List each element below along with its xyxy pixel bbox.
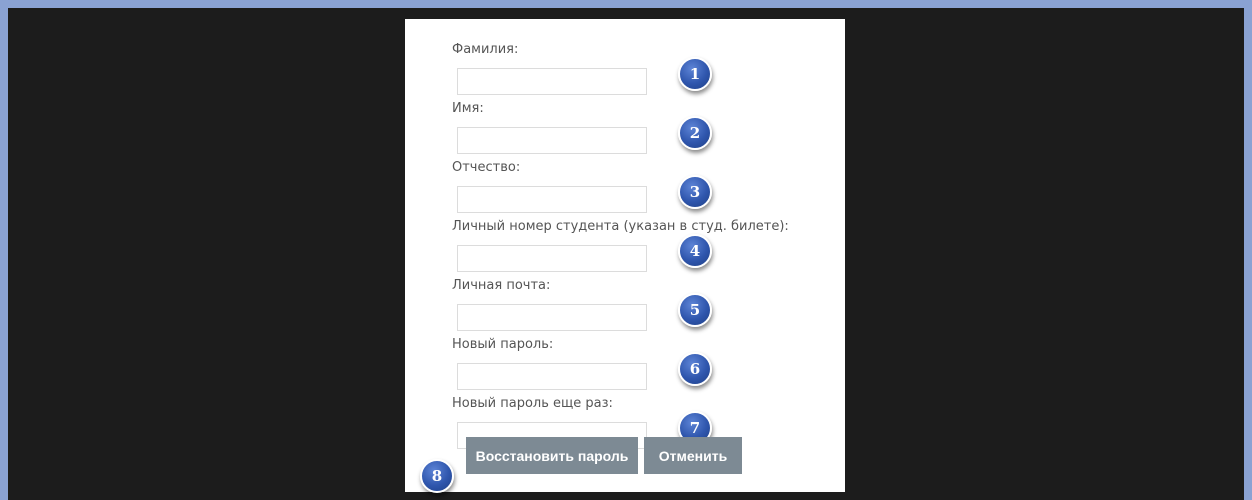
- marker-6-badge: 6: [678, 352, 712, 386]
- restore-password-button[interactable]: Восстановить пароль: [466, 437, 638, 474]
- personal-email-label: Личная почта:: [452, 278, 551, 293]
- confirm-password-label: Новый пароль еще раз:: [452, 396, 613, 411]
- marker-1-badge: 1: [678, 57, 712, 91]
- last-name-input[interactable]: [457, 68, 647, 95]
- marker-5-badge: 5: [678, 293, 712, 327]
- new-password-input[interactable]: [457, 363, 647, 390]
- last-name-label: Фамилия:: [452, 42, 519, 57]
- personal-email-input[interactable]: [457, 304, 647, 331]
- marker-3-badge: 3: [678, 175, 712, 209]
- student-number-input[interactable]: [457, 245, 647, 272]
- password-recovery-form: Фамилия: Имя: Отчество: Личный номер сту…: [405, 19, 845, 492]
- patronymic-input[interactable]: [457, 186, 647, 213]
- new-password-label: Новый пароль:: [452, 337, 554, 352]
- marker-4-badge: 4: [678, 234, 712, 268]
- first-name-label: Имя:: [452, 101, 484, 116]
- student-number-label: Личный номер студента (указан в студ. би…: [452, 219, 789, 234]
- first-name-input[interactable]: [457, 127, 647, 154]
- marker-2-badge: 2: [678, 116, 712, 150]
- patronymic-label: Отчество:: [452, 160, 521, 175]
- marker-8-badge: 8: [420, 459, 454, 493]
- cancel-button[interactable]: Отменить: [644, 437, 742, 474]
